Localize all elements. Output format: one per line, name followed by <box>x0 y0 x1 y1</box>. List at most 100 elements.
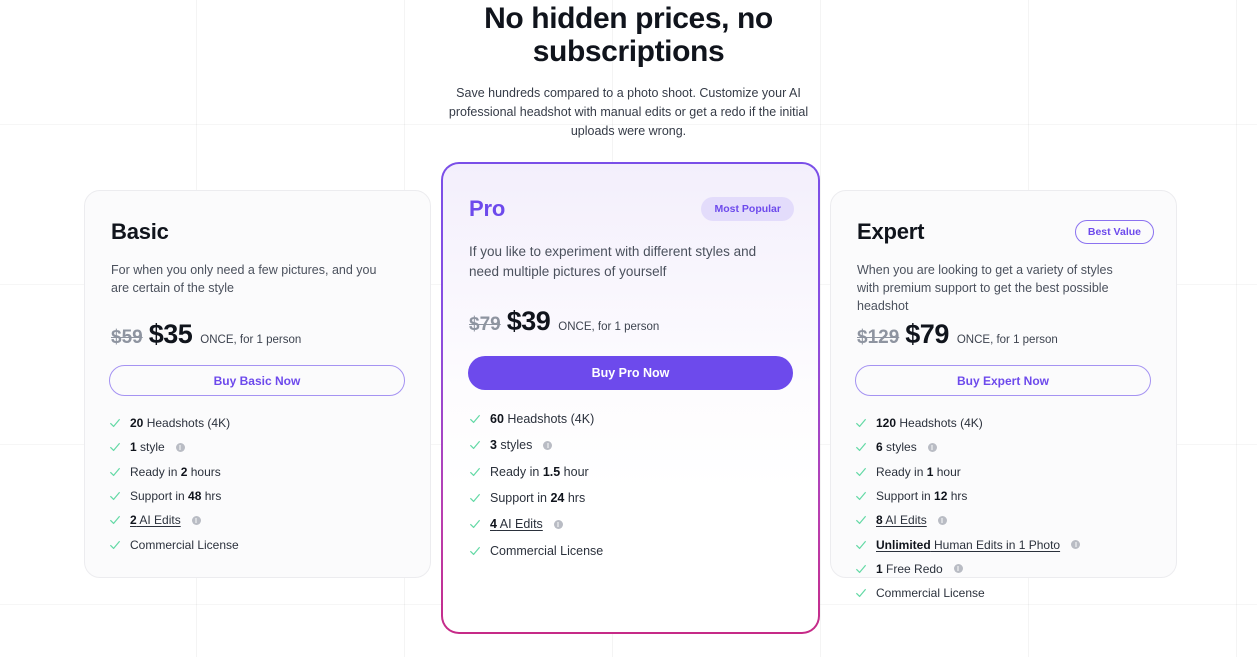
feature-label: 1 style <box>130 440 165 455</box>
buy-expert-button[interactable]: Buy Expert Now <box>855 365 1151 396</box>
check-icon <box>470 415 480 424</box>
check-icon <box>470 467 480 476</box>
feature-item: Ready in 1.5 hour <box>469 459 802 485</box>
check-icon <box>470 520 480 529</box>
most-popular-badge: Most Popular <box>701 197 794 221</box>
pricing-card-pro: Pro Most Popular If you like to experime… <box>441 162 820 634</box>
feature-item: 60 Headshots (4K) <box>469 406 802 432</box>
feature-item: 20 Headshots (4K) <box>109 411 414 435</box>
feature-item: Ready in 2 hours <box>109 460 414 484</box>
feature-item: 120 Headshots (4K) <box>855 411 1160 435</box>
plan-name: Pro <box>469 196 506 221</box>
card-inner: Pro Most Popular If you like to experime… <box>443 164 818 632</box>
price-current: $39 <box>506 306 551 336</box>
check-icon <box>856 492 866 501</box>
feature-item: 3 styles <box>469 432 802 458</box>
feature-list: 20 Headshots (4K) 1 style Ready in 2 hours… <box>109 411 414 557</box>
check-icon <box>470 546 480 555</box>
check-icon <box>856 516 866 525</box>
plan-description: For when you only need a few pictures, a… <box>111 263 377 295</box>
page-title: No hidden prices, no subscriptions <box>484 2 773 68</box>
check-icon <box>110 492 120 501</box>
check-icon <box>110 443 120 452</box>
feature-label: Ready in 1.5 hour <box>490 464 589 479</box>
feature-label: 4 AI Edits <box>490 517 543 532</box>
price-current: $79 <box>905 319 949 349</box>
info-icon[interactable] <box>927 442 937 452</box>
feature-label: 2 AI Edits <box>130 513 181 528</box>
info-icon[interactable] <box>1071 540 1081 550</box>
feature-item: Commercial License <box>109 532 414 556</box>
price-note: ONCE, for 1 person <box>558 321 660 333</box>
feature-label: 60 Headshots (4K) <box>490 412 595 427</box>
page-header: No hidden prices, no subscriptions Save … <box>0 0 1257 141</box>
check-icon <box>856 443 866 452</box>
feature-item: Commercial License <box>855 581 1160 605</box>
feature-label: Support in 24 hrs <box>490 491 586 506</box>
check-icon <box>470 494 480 503</box>
pricing-card-expert: Expert Best Value When you are looking t… <box>830 190 1177 600</box>
check-icon <box>856 467 866 476</box>
feature-item: Support in 12 hrs <box>855 484 1160 508</box>
plan-name: Basic <box>111 219 169 244</box>
check-icon <box>856 540 866 549</box>
feature-item: 4 AI Edits <box>469 511 802 537</box>
check-icon <box>110 467 120 476</box>
pricing-cards: Basic For when you only need a few pictu… <box>0 162 1257 642</box>
plan-header: Basic <box>111 219 408 245</box>
price-note: ONCE, for 1 person <box>200 334 302 346</box>
plan-description: If you like to experiment with different… <box>469 244 757 279</box>
feature-item: 1 Free Redo <box>855 557 1160 581</box>
plan-header: Pro Most Popular <box>469 196 794 222</box>
check-icon <box>856 589 866 598</box>
price-note: ONCE, for 1 person <box>956 334 1058 346</box>
feature-label: Unlimited Human Edits in 1 Photo <box>876 537 1061 552</box>
info-icon[interactable] <box>937 515 947 525</box>
feature-label: Ready in 2 hours <box>130 464 221 479</box>
feature-label: 6 styles <box>876 440 917 455</box>
check-icon <box>110 419 120 428</box>
feature-label: 1 Free Redo <box>876 561 943 576</box>
pricing-page: No hidden prices, no subscriptions Save … <box>0 0 1257 657</box>
feature-item: Commercial License <box>469 537 802 563</box>
info-icon[interactable] <box>543 440 553 450</box>
feature-label: Support in 12 hrs <box>876 489 968 504</box>
feature-label: Support in 48 hrs <box>130 489 222 504</box>
feature-label: 3 styles <box>490 438 533 453</box>
price-current: $35 <box>148 319 193 349</box>
feature-label: Ready in 1 hour <box>876 464 961 479</box>
feature-item: Ready in 1 hour <box>855 460 1160 484</box>
info-icon[interactable] <box>953 564 963 574</box>
feature-list: 120 Headshots (4K) 6 styles Ready in 1 hou… <box>855 411 1160 605</box>
info-icon[interactable] <box>553 519 563 529</box>
page-subtitle: Save hundreds compared to a photo shoot.… <box>448 86 809 138</box>
buy-pro-button[interactable]: Buy Pro Now <box>468 356 793 390</box>
feature-label: 120 Headshots (4K) <box>876 416 983 431</box>
info-icon[interactable] <box>175 442 185 452</box>
check-icon <box>470 441 480 450</box>
card-body: Expert Best Value When you are looking t… <box>831 191 1176 600</box>
feature-item: 8 AI Edits <box>855 508 1160 532</box>
feature-label: Commercial License <box>876 586 985 601</box>
plan-header: Expert Best Value <box>857 219 1154 245</box>
price-original: $59 <box>111 327 143 348</box>
feature-item: 6 styles <box>855 435 1160 459</box>
feature-item: Support in 48 hrs <box>109 484 414 508</box>
check-icon <box>856 564 866 573</box>
check-icon <box>110 540 120 549</box>
plan-description: When you are looking to get a variety of… <box>857 263 1113 313</box>
plan-name: Expert <box>857 219 925 244</box>
info-icon[interactable] <box>191 515 201 525</box>
feature-label: 20 Headshots (4K) <box>130 416 231 431</box>
feature-item: Unlimited Human Edits in 1 Photo <box>855 532 1160 556</box>
price-original: $79 <box>469 314 501 335</box>
price-original: $129 <box>857 327 900 348</box>
feature-item: 2 AI Edits <box>109 508 414 532</box>
price-row: $59 $35 ONCE, for 1 person <box>111 319 301 350</box>
feature-item: 1 style <box>109 435 414 459</box>
feature-item: Support in 24 hrs <box>469 485 802 511</box>
price-row: $129 $79 ONCE, for 1 person <box>857 319 1058 350</box>
pricing-card-basic: Basic For when you only need a few pictu… <box>84 190 431 578</box>
buy-basic-button[interactable]: Buy Basic Now <box>109 365 405 396</box>
price-row: $79 $39 ONCE, for 1 person <box>469 306 659 337</box>
